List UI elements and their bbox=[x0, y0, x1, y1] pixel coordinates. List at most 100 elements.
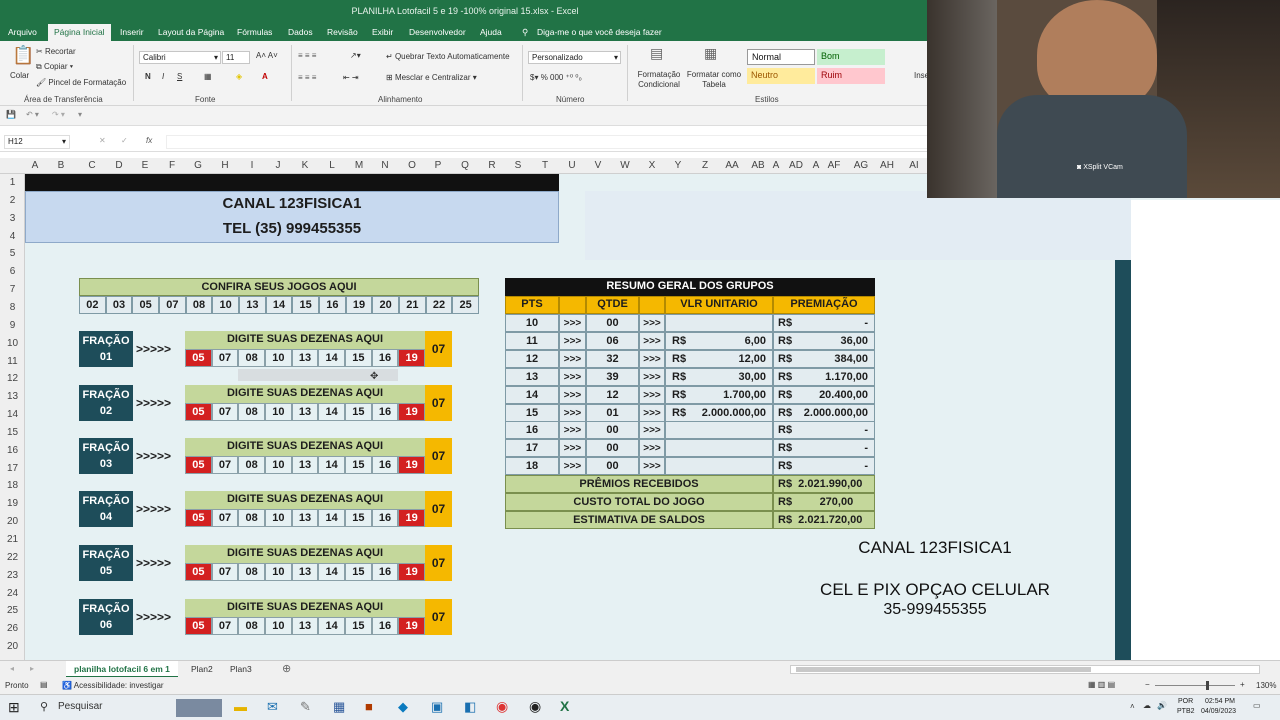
zoom-in-icon[interactable]: + bbox=[1240, 680, 1245, 689]
dezena-cell[interactable]: 10 bbox=[265, 403, 292, 421]
column-header[interactable]: A bbox=[806, 160, 826, 171]
font-grow-icon[interactable]: A˄ A˅ bbox=[256, 51, 278, 60]
obs-icon[interactable]: ◉ bbox=[529, 698, 541, 715]
sheet-area[interactable]: CANAL 123FISICA1 TEL (35) 999455355 CONF… bbox=[25, 174, 1280, 660]
h-scrollbar[interactable] bbox=[790, 665, 1260, 674]
format-table-button[interactable]: Formatar como Tabela bbox=[686, 70, 742, 90]
row-header[interactable]: 26 bbox=[0, 623, 25, 634]
column-header[interactable]: AG bbox=[851, 160, 871, 171]
chrome-icon[interactable]: ◉ bbox=[496, 698, 508, 715]
column-header[interactable]: AI bbox=[904, 160, 924, 171]
tab-formulas[interactable]: Fórmulas bbox=[237, 27, 272, 37]
clock-date[interactable]: 04/09/2023 bbox=[1201, 708, 1236, 715]
dezena-cell[interactable]: 05 bbox=[185, 617, 212, 635]
wrap-text-button[interactable]: ↵ Quebrar Texto Automaticamente bbox=[386, 52, 510, 61]
tab-pagina-inicial[interactable]: Página Inicial bbox=[48, 24, 111, 41]
zoom-thumb[interactable] bbox=[1206, 681, 1209, 690]
sheet-tab-active[interactable]: planilha lotofacil 6 em 1 bbox=[66, 661, 178, 678]
column-header[interactable]: G bbox=[188, 160, 208, 171]
column-header[interactable]: X bbox=[642, 160, 662, 171]
row-header[interactable]: 2 bbox=[0, 195, 25, 206]
customize-qat-icon[interactable]: ▾ bbox=[78, 110, 82, 119]
dezena-cell[interactable]: 14 bbox=[318, 349, 345, 367]
tab-layout[interactable]: Layout da Página bbox=[158, 27, 224, 37]
row-header[interactable]: 17 bbox=[0, 463, 25, 474]
row-header[interactable]: 19 bbox=[0, 498, 25, 509]
dezena-cell[interactable]: 14 bbox=[318, 617, 345, 635]
dezena-cell[interactable]: 10 bbox=[265, 349, 292, 367]
tab-revisao[interactable]: Revisão bbox=[327, 27, 358, 37]
dezena-cell[interactable]: 07 bbox=[211, 349, 239, 367]
column-header[interactable]: AA bbox=[722, 160, 742, 171]
row-header[interactable]: 1 bbox=[0, 177, 25, 188]
dezena-cell[interactable]: 10 bbox=[265, 563, 292, 581]
dezena-cell[interactable]: 14 bbox=[318, 456, 345, 474]
row-header[interactable]: 13 bbox=[0, 391, 25, 402]
dezena-cell[interactable]: 19 bbox=[398, 349, 425, 367]
folder-icon[interactable]: ▬ bbox=[234, 699, 247, 714]
style-ruim[interactable]: Ruim bbox=[817, 68, 885, 84]
orientation-icon[interactable]: ↗▾ bbox=[350, 51, 361, 60]
dezena-cell[interactable]: 08 bbox=[238, 509, 265, 527]
column-header[interactable]: Q bbox=[455, 160, 475, 171]
dezena-cell[interactable]: 05 bbox=[185, 403, 212, 421]
column-header[interactable]: Y bbox=[668, 160, 688, 171]
dezena-cell[interactable]: 13 bbox=[291, 563, 319, 581]
tell-me-search[interactable]: Diga-me o que você deseja fazer bbox=[537, 27, 662, 37]
dezena-cell[interactable]: 14 bbox=[318, 403, 345, 421]
row-header[interactable]: 22 bbox=[0, 552, 25, 563]
dezena-cell[interactable]: 08 bbox=[238, 563, 265, 581]
indent-icon[interactable]: ⇤ ⇥ bbox=[343, 73, 359, 82]
calculator-icon[interactable]: ▦ bbox=[333, 699, 345, 715]
tab-ajuda[interactable]: Ajuda bbox=[480, 27, 502, 37]
dezena-cell[interactable]: 08 bbox=[238, 349, 265, 367]
row-header[interactable]: 20 bbox=[0, 641, 25, 652]
dezena-cell[interactable]: 10 bbox=[265, 456, 292, 474]
column-header[interactable]: M bbox=[349, 160, 369, 171]
excel-icon[interactable]: X bbox=[560, 698, 569, 714]
pen-icon[interactable]: ✎ bbox=[300, 699, 311, 715]
column-header[interactable]: L bbox=[322, 160, 342, 171]
row-header[interactable]: 7 bbox=[0, 284, 25, 295]
tab-inserir[interactable]: Inserir bbox=[120, 27, 144, 37]
confirm-icon[interactable]: ✓ bbox=[121, 136, 128, 145]
app4-icon[interactable]: ◧ bbox=[464, 699, 476, 715]
dezena-cell[interactable]: 15 bbox=[345, 617, 372, 635]
italic-button[interactable]: I bbox=[162, 72, 164, 81]
city-widget-icon[interactable] bbox=[176, 699, 222, 717]
row-header[interactable]: 3 bbox=[0, 213, 25, 224]
dezena-cell[interactable]: 05 bbox=[185, 349, 212, 367]
dezena-cell[interactable]: 19 bbox=[398, 509, 425, 527]
zoom-level[interactable]: 130% bbox=[1256, 681, 1276, 690]
dezena-cell[interactable]: 16 bbox=[371, 563, 399, 581]
row-header[interactable]: 9 bbox=[0, 320, 25, 331]
tab-dados[interactable]: Dados bbox=[288, 27, 313, 37]
redo-icon[interactable]: ↷ ▾ bbox=[52, 110, 65, 119]
dezena-cell[interactable]: 07 bbox=[211, 617, 239, 635]
align-top-icon[interactable]: ≡ ≡ ≡ bbox=[298, 51, 316, 60]
mail-icon[interactable]: ✉ bbox=[267, 699, 278, 715]
dezena-cell[interactable]: 16 bbox=[371, 617, 399, 635]
tray-chevron-icon[interactable]: ˄ bbox=[1130, 702, 1135, 711]
column-header[interactable]: AB bbox=[748, 160, 768, 171]
borders-icon[interactable]: ▦ bbox=[204, 72, 212, 81]
dezena-cell[interactable]: 16 bbox=[371, 456, 399, 474]
underline-button[interactable]: S bbox=[177, 72, 182, 81]
tab-arquivo[interactable]: Arquivo bbox=[8, 27, 37, 37]
layout-indicator[interactable]: PTB2 bbox=[1177, 708, 1195, 715]
save-icon[interactable]: 💾 bbox=[6, 110, 16, 119]
sheet-tab-plan2[interactable]: Plan2 bbox=[191, 664, 213, 674]
app3-icon[interactable]: ▣ bbox=[431, 699, 443, 715]
column-header[interactable]: E bbox=[135, 160, 155, 171]
column-header[interactable]: W bbox=[615, 160, 635, 171]
column-header[interactable]: C bbox=[82, 160, 102, 171]
app2-icon[interactable]: ◆ bbox=[398, 699, 408, 715]
windows-icon[interactable]: ⊞ bbox=[8, 699, 20, 716]
dezena-cell[interactable]: 07 bbox=[211, 456, 239, 474]
zoom-out-icon[interactable]: − bbox=[1145, 680, 1150, 689]
conditional-format-button[interactable]: Formatação Condicional bbox=[636, 70, 682, 90]
row-header[interactable]: 15 bbox=[0, 427, 25, 438]
column-header[interactable]: A bbox=[25, 160, 45, 171]
dezena-cell[interactable]: 13 bbox=[291, 617, 319, 635]
align-left-icon[interactable]: ≡ ≡ ≡ bbox=[298, 73, 316, 82]
